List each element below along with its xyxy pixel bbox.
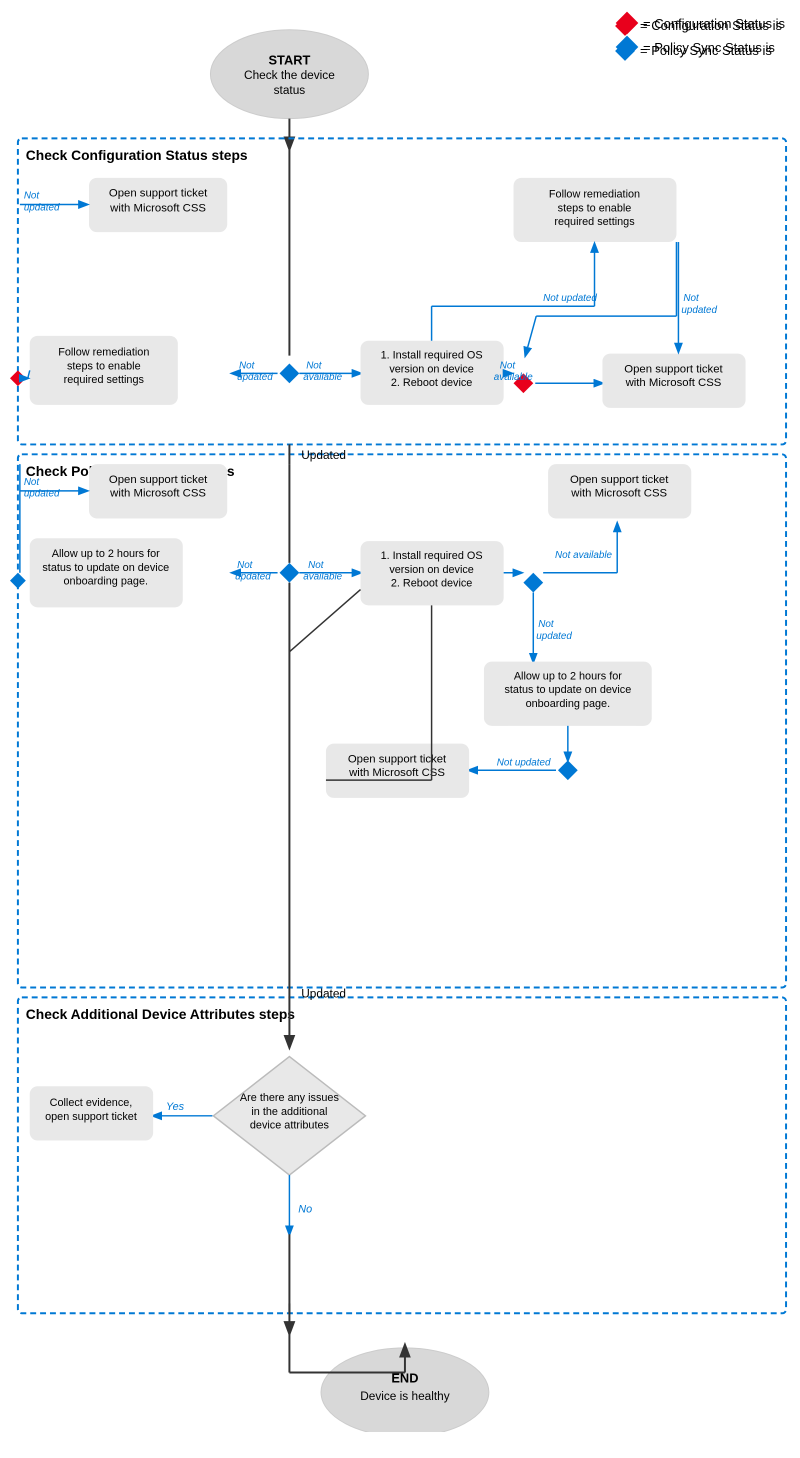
svg-text:Open support ticket: Open support ticket (109, 474, 208, 486)
svg-text:with Microsoft CSS: with Microsoft CSS (109, 488, 206, 500)
svg-text:Updated: Updated (301, 986, 346, 1000)
svg-text:Not: Not (306, 360, 323, 371)
policy-diamond-blue-center (280, 563, 300, 583)
svg-text:Open support ticket: Open support ticket (570, 474, 669, 486)
diagram-container: = Configuration Status is = Policy Sync … (0, 0, 800, 1442)
policy-diamond-blue-bottom (558, 760, 578, 780)
svg-text:Are there any issues: Are there any issues (240, 1092, 340, 1104)
svg-text:open support ticket: open support ticket (45, 1111, 137, 1123)
svg-text:Open support ticket: Open support ticket (624, 363, 723, 375)
svg-text:Not: Not (24, 191, 41, 202)
legend-overlay: = Configuration Status is = Policy Sync … (618, 18, 782, 58)
svg-text:updated: updated (237, 372, 273, 383)
svg-text:Not: Not (237, 560, 254, 571)
svg-text:Allow up to 2 hours for: Allow up to 2 hours for (514, 670, 622, 682)
svg-text:Yes: Yes (166, 1101, 185, 1113)
svg-text:device attributes: device attributes (250, 1120, 330, 1132)
svg-text:onboarding page.: onboarding page. (64, 576, 149, 588)
svg-text:1. Install required OS: 1. Install required OS (381, 350, 483, 362)
svg-text:updated: updated (24, 202, 60, 213)
svg-text:available: available (494, 372, 533, 383)
svg-text:with Microsoft CSS: with Microsoft CSS (570, 488, 667, 500)
svg-text:version on device: version on device (389, 564, 474, 576)
legend-red-icon (615, 16, 635, 36)
svg-text:with Microsoft CSS: with Microsoft CSS (348, 767, 445, 779)
svg-text:2. Reboot device: 2. Reboot device (391, 377, 473, 389)
svg-text:updated: updated (681, 305, 717, 316)
svg-text:updated: updated (536, 631, 572, 642)
svg-text:No: No (298, 1204, 312, 1216)
policy-diamond-blue-right (523, 573, 543, 593)
svg-text:status: status (274, 83, 306, 97)
svg-text:updated: updated (24, 489, 60, 500)
svg-text:START: START (269, 52, 311, 67)
svg-text:steps to enable: steps to enable (558, 202, 632, 214)
attributes-section-box (18, 997, 786, 1313)
svg-text:Open support ticket: Open support ticket (109, 188, 208, 200)
svg-text:Not updated: Not updated (543, 293, 597, 304)
svg-text:Updated: Updated (301, 448, 346, 462)
svg-text:available: available (303, 572, 342, 583)
svg-text:Not: Not (500, 360, 517, 371)
svg-text:Device is healthy: Device is healthy (360, 1389, 449, 1403)
svg-text:Not updated: Not updated (497, 757, 551, 768)
svg-text:required settings: required settings (554, 216, 635, 228)
policy-section-box (18, 454, 786, 987)
svg-text:with Microsoft CSS: with Microsoft CSS (625, 377, 722, 389)
svg-text:required settings: required settings (64, 374, 145, 386)
svg-text:Allow up to 2 hours for: Allow up to 2 hours for (52, 548, 160, 560)
svg-text:status to update on device: status to update on device (504, 684, 631, 696)
svg-text:Follow remediation: Follow remediation (549, 189, 640, 201)
svg-text:with Microsoft CSS: with Microsoft CSS (109, 202, 206, 214)
attributes-section-title: Check Additional Device Attributes steps (26, 1006, 295, 1022)
legend-blue-icon (615, 41, 635, 61)
svg-text:Not: Not (308, 560, 325, 571)
svg-text:updated: updated (235, 572, 271, 583)
config-section-title: Check Configuration Status steps (26, 147, 248, 163)
svg-text:Not: Not (538, 619, 555, 630)
svg-text:version on device: version on device (389, 363, 474, 375)
svg-text:in the additional: in the additional (251, 1106, 327, 1118)
policy-diamond-blue-left (10, 573, 26, 589)
svg-text:onboarding page.: onboarding page. (526, 698, 611, 710)
svg-text:Follow remediation: Follow remediation (58, 347, 149, 359)
svg-text:Check the device: Check the device (244, 68, 335, 82)
svg-text:available: available (303, 372, 342, 383)
svg-text:Not available: Not available (555, 550, 613, 561)
flowchart-svg: START Check the device status Check Conf… (10, 10, 790, 1432)
svg-text:2. Reboot device: 2. Reboot device (391, 578, 473, 590)
svg-text:status to update on device: status to update on device (42, 562, 169, 574)
svg-text:1. Install required OS: 1. Install required OS (381, 550, 483, 562)
svg-text:Not: Not (683, 293, 700, 304)
svg-text:steps to enable: steps to enable (67, 360, 141, 372)
svg-text:Not: Not (24, 477, 41, 488)
svg-text:Not: Not (239, 360, 256, 371)
legend-config-text: = Configuration Status is (640, 18, 782, 33)
svg-text:Collect evidence,: Collect evidence, (50, 1097, 133, 1109)
config-diamond-blue-center (280, 363, 300, 383)
legend-policy-text: = Policy Sync Status is (640, 43, 772, 58)
